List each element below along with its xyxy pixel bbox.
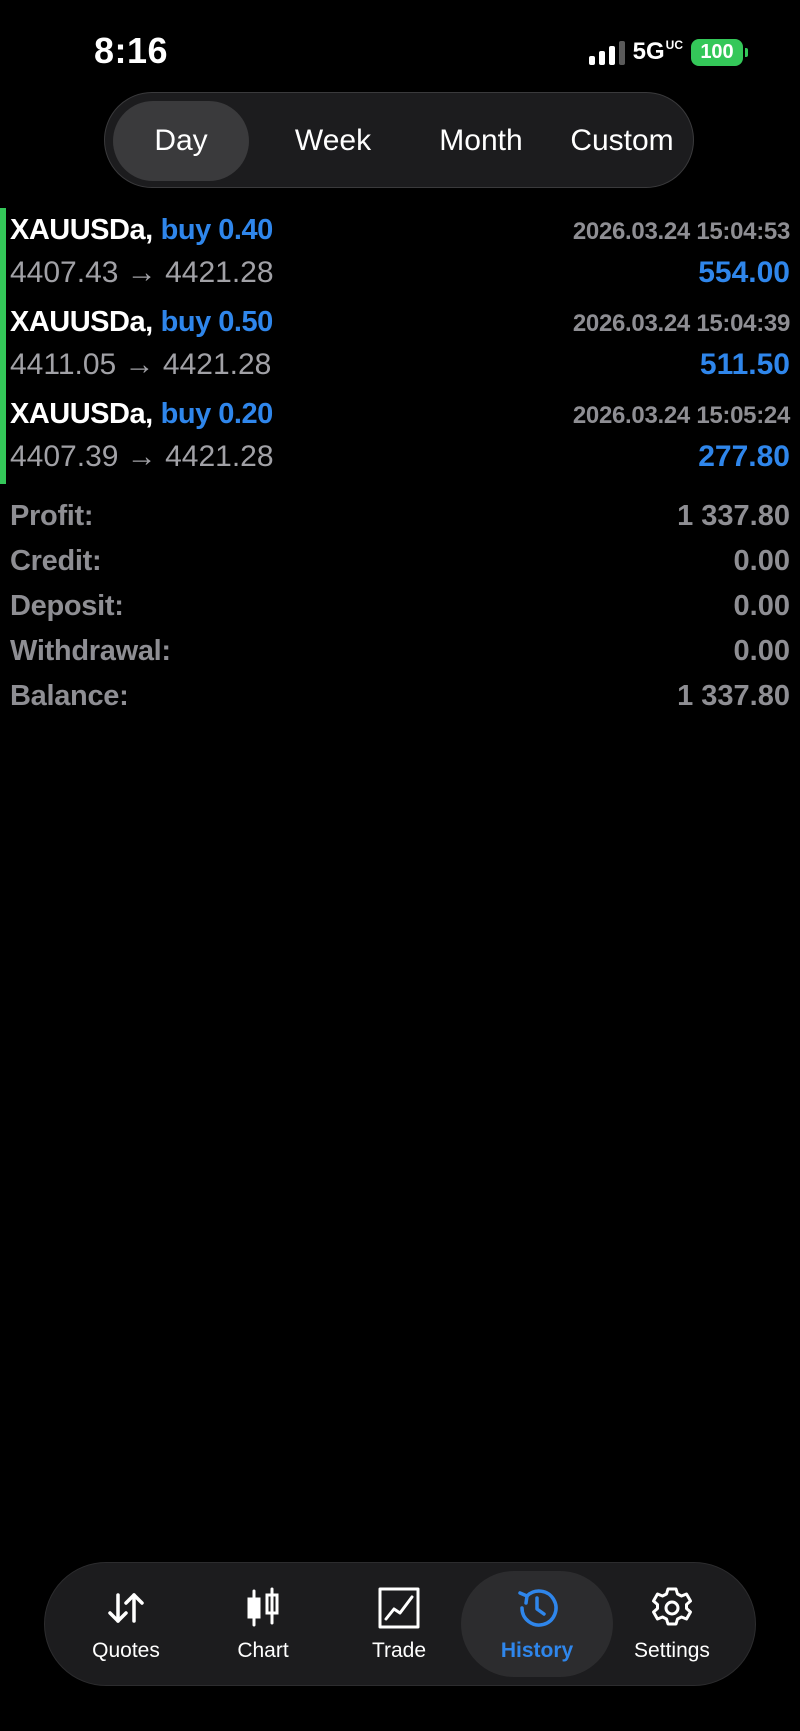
trade-symbol: XAUUSDa, [10, 306, 153, 338]
period-tab-custom[interactable]: Custom [557, 101, 687, 181]
period-tab-month[interactable]: Month [411, 101, 551, 181]
trade-chart-icon [376, 1585, 422, 1631]
trade-profit: 511.50 [699, 348, 790, 381]
cellular-signal-icon [588, 39, 625, 65]
trade-time: 2026.03.24 15:04:39 [572, 310, 790, 337]
tab-history[interactable]: History [461, 1571, 613, 1677]
summary-label: Deposit: [10, 590, 124, 622]
summary-label: Profit: [10, 500, 94, 532]
battery-icon: 100 [691, 38, 748, 66]
summary-value: 1 337.80 [677, 680, 790, 712]
summary-label: Credit: [10, 545, 102, 577]
tab-trade[interactable]: Trade [334, 1571, 464, 1677]
quotes-icon [103, 1585, 149, 1631]
status-time: 8:16 [94, 30, 169, 71]
account-summary: Profit: 1 337.80 Credit: 0.00 Deposit: 0… [0, 494, 800, 719]
period-segmented-control: Day Week Month Custom [104, 92, 694, 188]
tab-quotes[interactable]: Quotes [61, 1571, 191, 1677]
trade-time: 2026.03.24 15:05:24 [572, 402, 790, 429]
tab-label: Quotes [92, 1639, 160, 1662]
period-tab-label: Custom [570, 124, 674, 157]
trade-side-volume: buy 0.40 [160, 214, 274, 246]
summary-value: 0.00 [733, 590, 790, 622]
history-clock-icon [514, 1585, 560, 1631]
trade-symbol: XAUUSDa, [10, 398, 153, 430]
trade-symbol-line: XAUUSDa, buy 0.50 [10, 306, 273, 339]
trade-side-volume: buy 0.50 [160, 306, 274, 338]
summary-label: Withdrawal: [10, 635, 171, 667]
trade-row[interactable]: XAUUSDa, buy 0.50 2026.03.24 15:04:39 441… [0, 300, 800, 392]
network-type: 5G [632, 38, 665, 65]
battery-level: 100 [691, 38, 743, 66]
summary-value: 1 337.80 [677, 500, 790, 532]
tab-chart[interactable]: Chart [198, 1571, 328, 1677]
trade-profit: 277.80 [698, 440, 790, 473]
candlestick-chart-icon [240, 1585, 286, 1631]
status-bar: 8:16 5GUC 100 [0, 0, 800, 90]
trade-row[interactable]: XAUUSDa, buy 0.40 2026.03.24 15:04:53 440… [0, 208, 800, 300]
buy-indicator-bar [0, 392, 6, 484]
period-tab-label: Month [439, 124, 523, 157]
tab-settings[interactable]: Settings [607, 1571, 737, 1677]
summary-value: 0.00 [733, 635, 790, 667]
trade-side-volume: buy 0.20 [160, 398, 274, 430]
period-tab-label: Day [154, 124, 208, 157]
buy-indicator-bar [0, 208, 6, 300]
period-tab-day[interactable]: Day [113, 101, 249, 181]
trade-history-list: XAUUSDa, buy 0.40 2026.03.24 15:04:53 440… [0, 208, 800, 484]
bottom-tab-bar: Quotes Chart Trade History Settings [44, 1562, 756, 1686]
summary-row-credit: Credit: 0.00 [0, 539, 800, 584]
gear-icon [649, 1585, 695, 1631]
tab-label: Settings [634, 1639, 710, 1662]
trade-profit: 554.00 [698, 256, 790, 289]
summary-row-deposit: Deposit: 0.00 [0, 584, 800, 629]
trade-prices: 4407.39 → 4421.28 [10, 440, 274, 473]
battery-tip [745, 47, 748, 57]
trade-time: 2026.03.24 15:04:53 [572, 218, 790, 245]
summary-label: Balance: [10, 680, 129, 712]
trade-prices: 4407.43 → 4421.28 [10, 256, 274, 289]
tab-label: Trade [371, 1639, 427, 1662]
trade-row[interactable]: XAUUSDa, buy 0.20 2026.03.24 15:05:24 440… [0, 392, 800, 484]
period-tab-label: Week [294, 124, 372, 157]
summary-row-balance: Balance: 1 337.80 [0, 674, 800, 719]
trade-prices: 4411.05 → 4421.28 [10, 348, 272, 381]
period-tab-week[interactable]: Week [265, 101, 401, 181]
summary-value: 0.00 [733, 545, 790, 577]
summary-row-profit: Profit: 1 337.80 [0, 494, 800, 539]
history-screen: 8:16 5GUC 100 Day Week Month Custom XAUU… [0, 0, 800, 1731]
buy-indicator-bar [0, 300, 6, 392]
network-label: 5GUC [633, 38, 683, 66]
trade-symbol: XAUUSDa, [10, 214, 153, 246]
trade-symbol-line: XAUUSDa, buy 0.40 [10, 214, 273, 247]
trade-symbol-line: XAUUSDa, buy 0.20 [10, 398, 273, 431]
network-suffix: UC [665, 38, 683, 52]
tab-label: Chart [237, 1639, 289, 1662]
tab-label: History [500, 1639, 574, 1662]
summary-row-withdrawal: Withdrawal: 0.00 [0, 629, 800, 674]
status-indicators: 5GUC 100 [588, 38, 748, 66]
